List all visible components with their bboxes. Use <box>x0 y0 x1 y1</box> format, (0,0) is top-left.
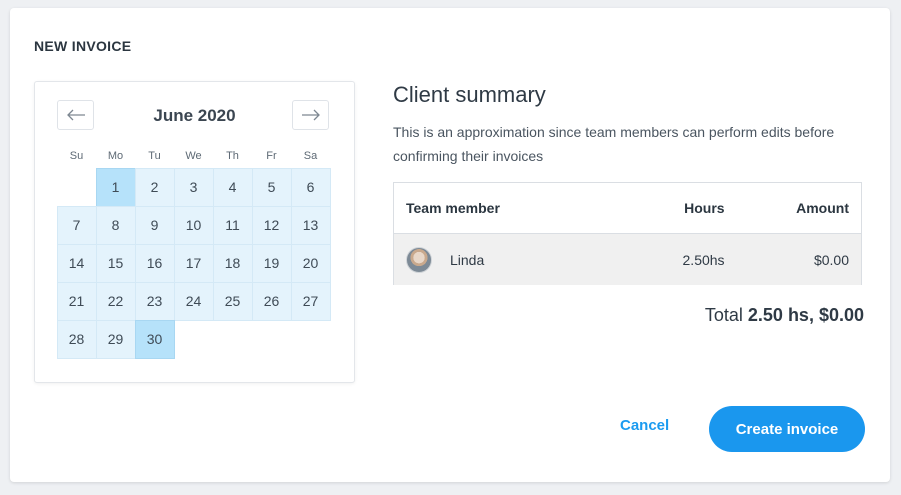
calendar-day[interactable]: 20 <box>290 243 331 283</box>
calendar-day[interactable]: 23 <box>134 281 175 321</box>
weekday-label: We <box>185 150 202 162</box>
weekday-label: Sa <box>303 150 318 162</box>
calendar-day[interactable]: 6 <box>290 167 331 207</box>
calendar-day[interactable]: 28 <box>56 319 97 359</box>
table-header: Team member Hours Amount <box>394 183 861 234</box>
calendar-day[interactable]: 22 <box>95 281 136 321</box>
calendar-day[interactable]: 21 <box>56 281 97 321</box>
team-member-table: Team member Hours Amount Linda 2.50hs $0… <box>393 182 862 285</box>
calendar-day[interactable]: 11 <box>212 205 253 245</box>
next-month-button[interactable] <box>292 100 329 130</box>
calendar-empty-cell <box>57 168 97 207</box>
weekday-label: Th <box>226 150 239 162</box>
create-invoice-button[interactable]: Create invoice <box>709 406 865 452</box>
header-hours: Hours <box>684 200 725 216</box>
calendar-day[interactable]: 30 <box>134 319 175 359</box>
calendar-day[interactable]: 9 <box>134 205 175 245</box>
calendar-day[interactable]: 19 <box>251 243 292 283</box>
new-invoice-dialog: NEW INVOICE June 2020 Su Mo Tu We Th Fr … <box>10 8 890 482</box>
date-range-calendar: June 2020 Su Mo Tu We Th Fr Sa 123456789… <box>34 81 355 383</box>
calendar-day[interactable]: 15 <box>95 243 136 283</box>
arrow-right-icon <box>301 109 320 121</box>
weekday-label: Tu <box>148 150 161 162</box>
calendar-day[interactable]: 12 <box>251 205 292 245</box>
calendar-day[interactable]: 27 <box>290 281 331 321</box>
header-team-member: Team member <box>406 200 500 216</box>
hours-cell: 2.50hs <box>682 251 725 268</box>
amount-cell: $0.00 <box>813 251 849 268</box>
weekday-label: Fr <box>266 150 277 162</box>
total-summary: Total 2.50 hs, $0.00 <box>705 305 864 326</box>
calendar-day[interactable]: 1 <box>95 167 136 207</box>
summary-heading: Client summary <box>393 82 546 107</box>
cancel-button[interactable]: Cancel <box>620 417 669 434</box>
calendar-day[interactable]: 3 <box>173 167 214 207</box>
total-label: Total <box>704 305 748 325</box>
member-name: Linda <box>450 251 485 268</box>
calendar-day[interactable]: 13 <box>290 205 331 245</box>
calendar-day[interactable]: 7 <box>56 205 97 245</box>
total-value: 2.50 hs, $0.00 <box>747 305 864 325</box>
calendar-day[interactable]: 5 <box>251 167 292 207</box>
calendar-day[interactable]: 4 <box>212 167 253 207</box>
weekday-label: Su <box>69 150 84 162</box>
calendar-day[interactable]: 25 <box>212 281 253 321</box>
calendar-day-grid: 1 2 3 4 5 6 7 8 9 10 11 12 13 14 15 16 17 18 19 20 21 22 23 24 2… <box>56 167 331 359</box>
weekday-label: Mo <box>107 150 124 162</box>
dialog-title: NEW INVOICE <box>34 38 132 54</box>
calendar-day[interactable]: 18 <box>212 243 253 283</box>
calendar-day[interactable]: 16 <box>134 243 175 283</box>
avatar <box>406 246 432 273</box>
header-amount: Amount <box>796 200 849 216</box>
calendar-day[interactable]: 14 <box>56 243 97 283</box>
member-cell: Linda <box>394 246 625 273</box>
calendar-day[interactable]: 17 <box>173 243 214 283</box>
calendar-day[interactable]: 26 <box>251 281 292 321</box>
calendar-day[interactable]: 24 <box>173 281 214 321</box>
summary-description: This is an approximation since team memb… <box>393 124 835 164</box>
calendar-day[interactable]: 8 <box>95 205 136 245</box>
table-row: Linda 2.50hs $0.00 <box>394 234 861 285</box>
calendar-day[interactable]: 2 <box>134 167 175 207</box>
weekday-header: Su Mo Tu We Th Fr Sa <box>57 150 330 162</box>
calendar-day[interactable]: 29 <box>95 319 136 359</box>
calendar-day[interactable]: 10 <box>173 205 214 245</box>
